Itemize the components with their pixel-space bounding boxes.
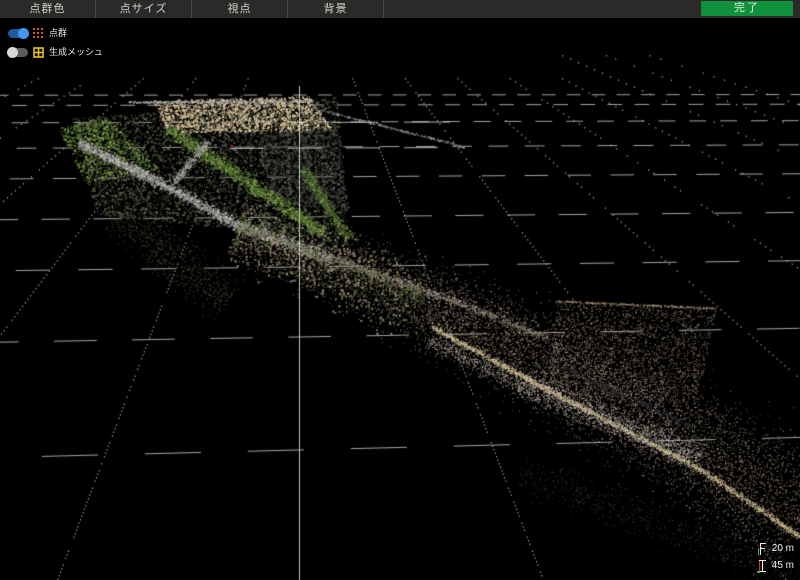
point-size-button[interactable]: 点サイズ (96, 0, 192, 18)
point-color-button[interactable]: 点群色 (0, 0, 96, 18)
point-cloud-viewport[interactable] (0, 0, 800, 580)
toggle-knob (18, 28, 29, 39)
toolbar: 点群色 点サイズ 視点 背景 完了 (0, 0, 800, 18)
background-button[interactable]: 背景 (288, 0, 384, 18)
grid-scale-panel: 20 m 45 m (757, 540, 794, 574)
layer-panel: 点群 生成メッシュ (8, 26, 103, 64)
mesh-icon (33, 47, 44, 58)
layer-label-mesh: 生成メッシュ (49, 47, 103, 58)
layer-row-point-cloud: 点群 (8, 26, 103, 40)
grid-depth-scale-icon (757, 559, 767, 573)
grid-depth-scale: 45 m (757, 557, 794, 574)
app-window: 点群色 点サイズ 視点 背景 完了 点群 (0, 0, 800, 580)
done-button[interactable]: 完了 (701, 1, 793, 16)
grid-width-scale: 20 m (757, 540, 794, 557)
grid-width-scale-label: 20 m (772, 543, 794, 554)
toggle-knob (7, 47, 18, 58)
layer-row-mesh: 生成メッシュ (8, 45, 103, 59)
grid-width-scale-icon (757, 542, 767, 556)
layer-label-point-cloud: 点群 (49, 28, 67, 39)
viewpoint-button[interactable]: 視点 (192, 0, 288, 18)
point-cloud-toggle[interactable] (8, 29, 28, 38)
grid-depth-scale-label: 45 m (772, 560, 794, 571)
mesh-toggle[interactable] (8, 48, 28, 57)
point-cloud-icon (33, 28, 44, 39)
